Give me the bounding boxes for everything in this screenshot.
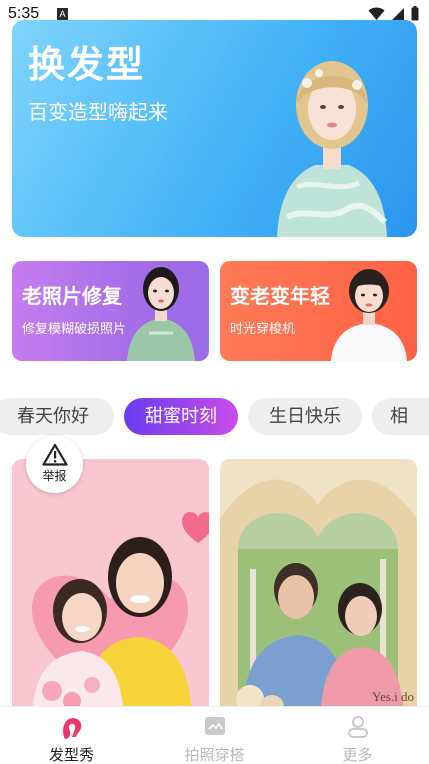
nav-label: 更多: [342, 746, 373, 764]
wifi-icon: [368, 7, 385, 20]
watermark-text: Yes.i do: [372, 689, 414, 704]
tab-partial[interactable]: 相: [372, 398, 429, 435]
nav-photo-outfit[interactable]: 拍照穿搭: [143, 707, 286, 764]
model-woman-image: [277, 61, 388, 237]
old-photo-restore-card[interactable]: 老照片修复 修复模糊破损照片: [12, 261, 209, 361]
elderly-couple-image: Yes.i do: [220, 459, 417, 719]
category-tabs: 春天你好 甜蜜时刻 生日快乐 相: [0, 395, 429, 437]
notification-icon: A: [57, 8, 68, 20]
nav-hairstyle-show[interactable]: 发型秀: [0, 707, 143, 764]
hairstyle-icon: [62, 718, 81, 739]
model-woman-short-hair-image: [331, 269, 407, 361]
nav-label: 拍照穿搭: [184, 746, 245, 764]
template-photo-mother-daughter[interactable]: [12, 459, 209, 719]
banner-title: 换发型: [28, 43, 145, 86]
nav-label: 发型秀: [48, 746, 94, 764]
battery-icon: [411, 6, 419, 21]
report-label: 举报: [42, 469, 67, 483]
mother-daughter-image: [12, 459, 209, 719]
photo-outfit-icon: [204, 717, 225, 735]
tab-sweet-moment[interactable]: 甜蜜时刻: [124, 398, 238, 435]
banner-subtitle: 百变造型嗨起来: [28, 100, 168, 124]
warning-icon: [42, 443, 68, 466]
report-button[interactable]: 举报: [26, 436, 83, 493]
tab-spring-hello[interactable]: 春天你好: [0, 398, 114, 435]
card-subtitle: 时光穿梭机: [230, 322, 296, 337]
card-title: 老照片修复: [22, 284, 122, 308]
model-woman-qipao-image: [127, 267, 195, 361]
card-title: 变老变年轻: [230, 284, 330, 308]
signal-icon: [392, 7, 404, 20]
bottom-navigation: 发型秀 拍照穿搭 更多: [0, 706, 429, 764]
nav-more[interactable]: 更多: [286, 707, 429, 764]
card-subtitle: 修复模糊破损照片: [22, 322, 127, 337]
template-photo-couple[interactable]: Yes.i do: [220, 459, 417, 719]
tab-happy-birthday[interactable]: 生日快乐: [248, 398, 362, 435]
age-change-card[interactable]: 变老变年轻 时光穿梭机: [220, 261, 417, 361]
person-icon: [347, 716, 368, 738]
status-icons: [368, 6, 419, 21]
hairstyle-banner[interactable]: 换发型 百变造型嗨起来: [12, 20, 417, 237]
